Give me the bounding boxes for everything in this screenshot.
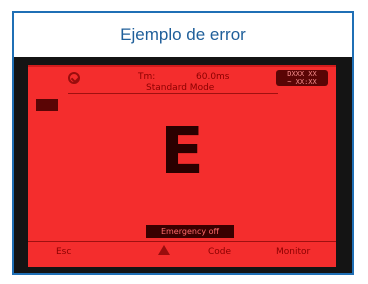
tm-label: Tm:: [138, 72, 156, 82]
softkey-divider: [28, 241, 336, 242]
example-panel: Ejemplo de error Tm: 60.0ms DXXX XX ~ XX…: [12, 11, 354, 275]
warning-triangle-icon[interactable]: [158, 245, 170, 255]
error-symbol: E: [160, 115, 204, 189]
indicator-box-icon: [36, 99, 58, 111]
device-body: Tm: 60.0ms DXXX XX ~ XX:XX Standard Mode…: [14, 57, 352, 273]
softkey-code[interactable]: Code: [208, 247, 231, 257]
lcd-screen: Tm: 60.0ms DXXX XX ~ XX:XX Standard Mode…: [28, 65, 336, 267]
battery-bottom-text: ~ XX:XX: [287, 78, 317, 86]
mode-divider: [68, 93, 278, 94]
time-value: 60.0ms: [196, 72, 230, 82]
panel-title: Ejemplo de error: [14, 13, 352, 57]
softkey-monitor[interactable]: Monitor: [276, 247, 310, 257]
battery-top-text: DXXX XX: [287, 70, 317, 78]
circle-arrow-icon: [68, 72, 80, 84]
emergency-badge: Emergency off: [146, 225, 234, 238]
softkey-esc[interactable]: Esc: [56, 247, 71, 257]
mode-label: Standard Mode: [146, 83, 215, 93]
battery-status: DXXX XX ~ XX:XX: [276, 70, 328, 86]
